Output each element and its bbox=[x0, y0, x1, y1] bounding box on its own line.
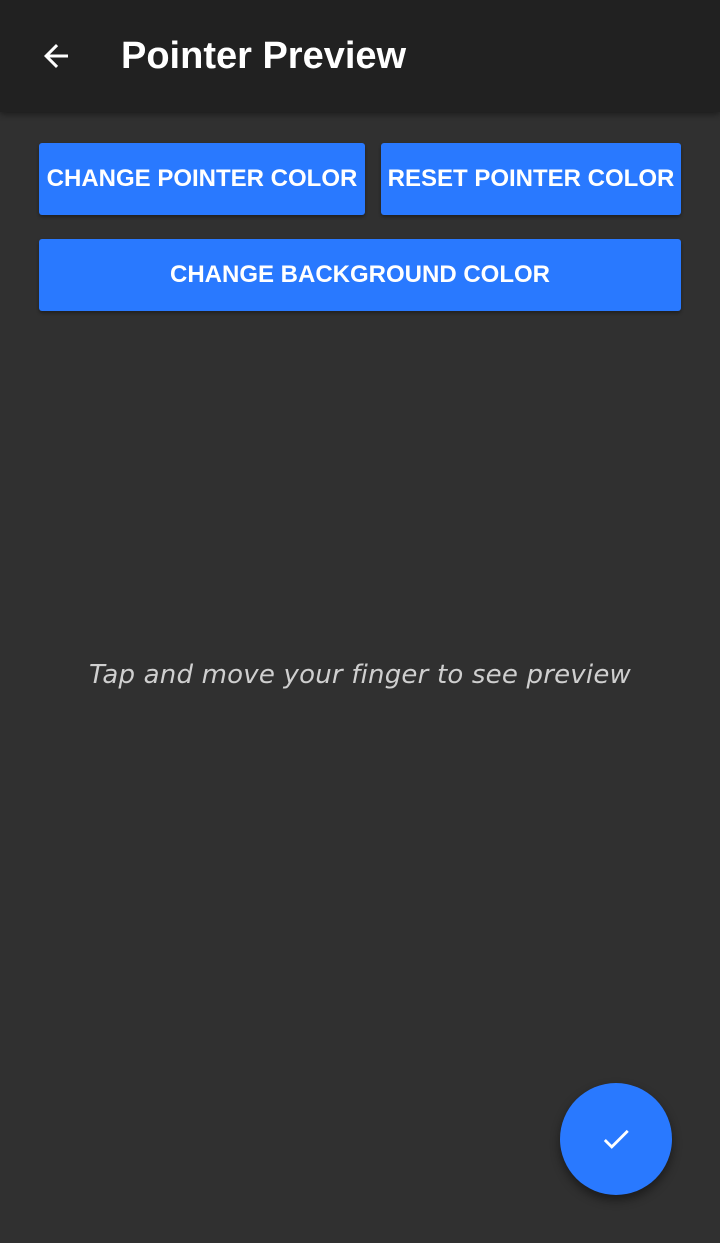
confirm-fab-button[interactable] bbox=[560, 1083, 672, 1195]
toolbar: Pointer Preview bbox=[0, 0, 720, 112]
reset-pointer-color-button[interactable]: RESET POINTER COLOR bbox=[381, 143, 681, 215]
preview-hint-text: Tap and move your finger to see preview bbox=[89, 660, 631, 690]
back-button[interactable] bbox=[28, 28, 84, 84]
page-title: Pointer Preview bbox=[121, 35, 407, 77]
app-screen: Pointer Preview CHANGE POINTER COLOR RES… bbox=[0, 0, 720, 1243]
check-icon bbox=[603, 1129, 629, 1149]
change-pointer-color-button[interactable]: CHANGE POINTER COLOR bbox=[39, 143, 365, 215]
arrow-back-icon bbox=[44, 44, 68, 68]
change-background-color-button[interactable]: CHANGE BACKGROUND COLOR bbox=[39, 239, 681, 311]
